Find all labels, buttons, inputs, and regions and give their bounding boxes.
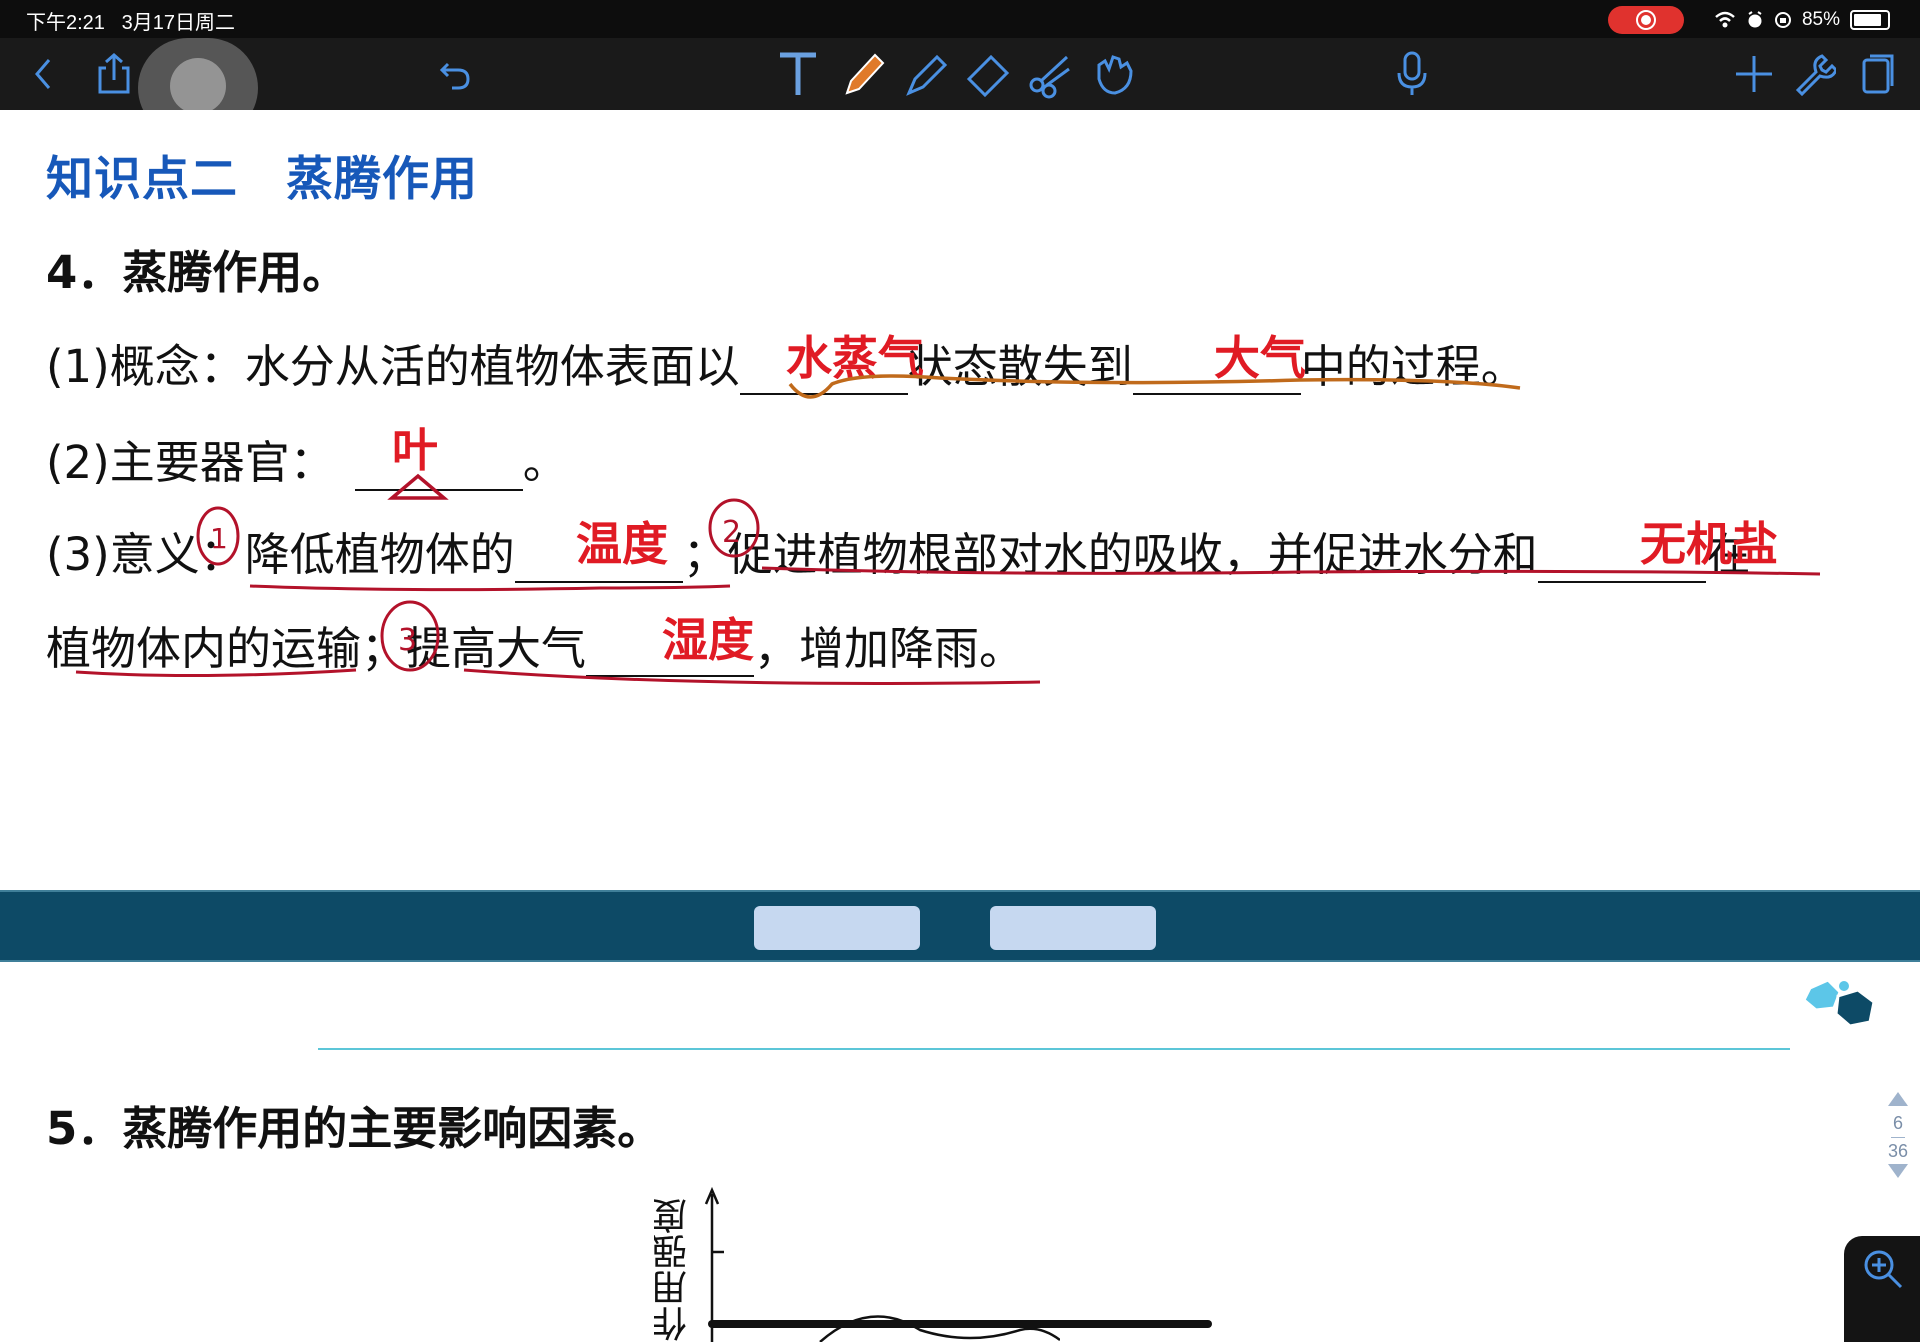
status-clock: 下午2:21 3月17日周二 (26, 6, 235, 35)
current-page: 6 (1892, 1113, 1903, 1133)
transpiration-chart (704, 1186, 1060, 1342)
toolbar (0, 38, 1920, 138)
answer-temperature: 温度 (576, 517, 668, 571)
back-button[interactable] (18, 48, 70, 100)
section-title: 知识点二 蒸腾作用 (46, 152, 478, 207)
share-icon (98, 53, 130, 94)
answer-water-vapor: 水蒸气 (786, 331, 924, 385)
battery-percent: 85% (1801, 9, 1840, 30)
status-bar: 下午2:21 3月17日周二 85% (0, 0, 1920, 38)
share-button[interactable] (88, 48, 140, 100)
settings-button[interactable] (1788, 48, 1840, 100)
pages-button[interactable] (1852, 48, 1904, 100)
status-time: 下午2:21 (26, 12, 105, 34)
microphone-icon (1397, 51, 1427, 95)
eraser-tool-button[interactable] (962, 48, 1014, 100)
orientation-lock-icon (1774, 12, 1791, 28)
section-rule (318, 1048, 1790, 1050)
back-icon (35, 59, 51, 89)
alarm-icon (1748, 11, 1762, 28)
q4-1-suffix: 中的过程。 (1300, 340, 1526, 393)
q4-3-b: ；促进植物根部对水的吸收，并促进水分和 (682, 528, 1538, 581)
highlighter-icon (906, 54, 948, 96)
q4-title: 4．蒸腾作用。 (46, 246, 348, 299)
battery-icon (1850, 10, 1890, 30)
microphone-button[interactable] (1386, 48, 1438, 100)
page-divider (0, 890, 1920, 962)
answer-leaf: 叶 (392, 423, 438, 477)
undo-button[interactable] (430, 48, 482, 100)
total-pages: 36 (1887, 1141, 1909, 1161)
blank-leaf (354, 436, 523, 491)
page-separator (1891, 1137, 1905, 1138)
add-button[interactable] (1728, 48, 1780, 100)
screen-recording-indicator[interactable] (1607, 6, 1684, 34)
eraser-icon (966, 54, 1010, 98)
status-date: 3月17日周二 (121, 12, 235, 34)
q4-2-prefix: (2)主要器官： (46, 436, 335, 489)
pen-icon (845, 53, 885, 95)
pages-icon (1862, 54, 1894, 94)
page-up-icon[interactable] (1886, 1090, 1910, 1108)
q4-3-prefix: (3)意义： (46, 528, 245, 581)
answer-inorganic-salt: 无机盐 (1640, 517, 1778, 571)
wrench-icon (1795, 54, 1836, 96)
q4-3-line2: 植物体内的运输；提高大气 ，增加降雨。 (46, 612, 1024, 677)
chart-axis-label: 作用强度 (654, 1198, 693, 1342)
answer-humidity: 湿度 (662, 613, 754, 667)
answer-atmosphere: 大气 (1214, 331, 1306, 385)
wifi-icon (1715, 11, 1735, 28)
home-indicator[interactable] (708, 1320, 1212, 1328)
page-tab-left[interactable] (754, 906, 920, 950)
text-tool-button[interactable] (772, 48, 824, 100)
pen-tool-button[interactable] (838, 48, 890, 100)
scissors-icon (1029, 55, 1070, 99)
q4-1-prefix: (1)概念：水分从活的植物体表面以 (46, 340, 740, 393)
hand-tool-button[interactable] (1088, 48, 1140, 100)
page-tab-right[interactable] (990, 906, 1156, 950)
page-down-icon[interactable] (1886, 1162, 1910, 1180)
status-right: 85% (1607, 6, 1890, 34)
add-icon (1736, 56, 1772, 92)
battery-fill (1854, 14, 1881, 26)
q5-title: 5．蒸腾作用的主要影响因素。 (46, 1102, 663, 1155)
highlighter-tool-button[interactable] (900, 48, 952, 100)
q4-3-line2-a: 植物体内的运输；提高大气 (46, 622, 587, 675)
record-icon (1635, 10, 1656, 30)
page-indicator[interactable]: 6 36 (1880, 1090, 1916, 1185)
hand-icon (1097, 55, 1133, 95)
q4-3-line1: (3)意义：降低植物体的 ；促进植物根部对水的吸收，并促进水分和 在 (46, 518, 1751, 583)
q4-3-a: 降低植物体的 (244, 528, 515, 581)
lasso-tool-button[interactable] (1024, 48, 1076, 100)
zoom-button[interactable] (1844, 1236, 1920, 1342)
q4-3-line2-b: ，增加降雨。 (754, 622, 1025, 675)
q4-2-suffix: 。 (522, 436, 568, 489)
text-tool-icon (780, 52, 816, 95)
q4-1-mid: 状态散失到 (907, 340, 1133, 393)
undo-icon (439, 62, 470, 90)
record-handle-icon (170, 58, 226, 114)
q4-2-line: (2)主要器官： 。 (46, 426, 568, 491)
zoom-in-icon (1864, 1250, 1903, 1289)
hexagon-logo-icon (1802, 978, 1876, 1028)
